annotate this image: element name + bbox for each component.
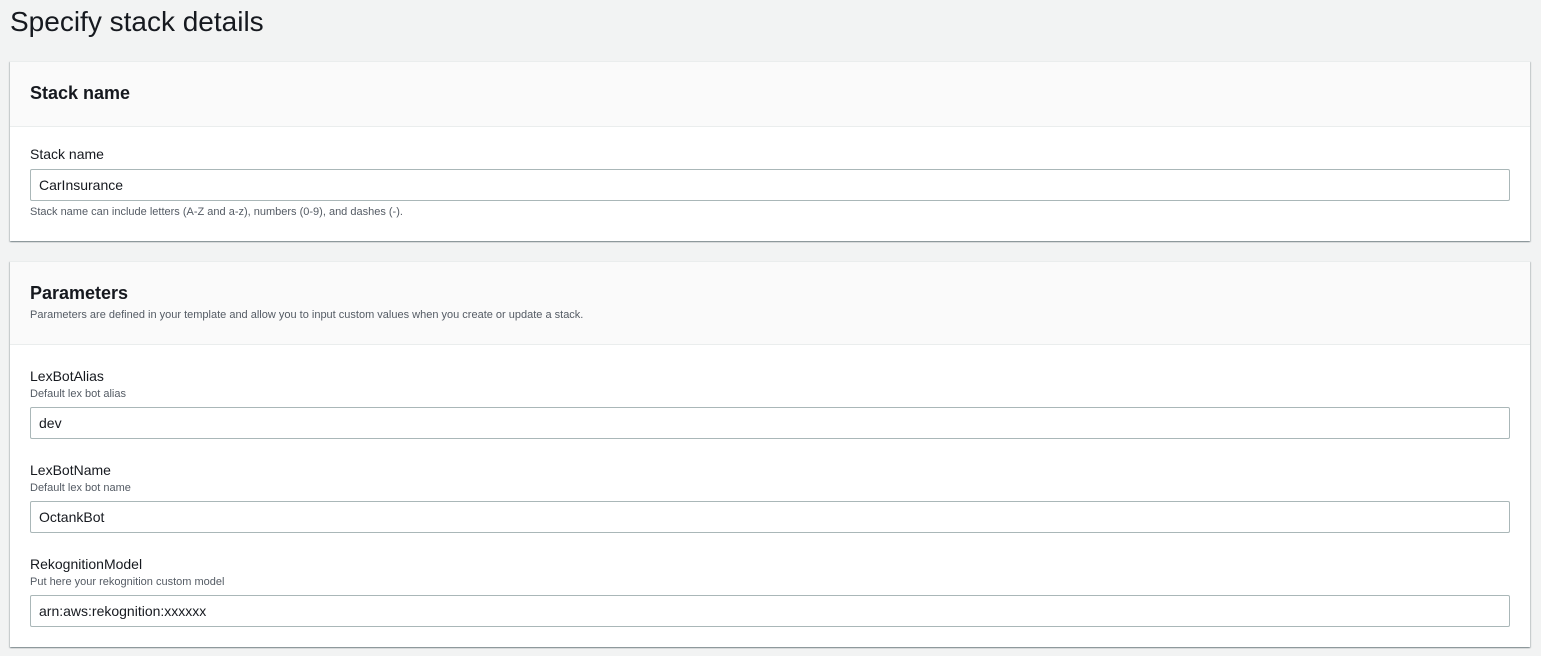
lexbotalias-label: LexBotAlias [30,368,104,384]
lexbotname-label: LexBotName [30,462,111,478]
rekognitionmodel-label: RekognitionModel [30,556,143,572]
parameters-panel-header: Parameters Parameters are defined in you… [10,262,1530,345]
lexbotalias-input[interactable] [30,407,1510,439]
lexbotalias-description: Default lex bot alias [30,388,126,400]
stack-name-hint: Stack name can include letters (A-Z and … [30,206,403,218]
stack-name-input[interactable] [30,169,1510,201]
rekognitionmodel-description: Put here your rekognition custom model [30,576,225,588]
parameters-panel: Parameters Parameters are defined in you… [10,261,1530,647]
parameters-description: Parameters are defined in your template … [30,309,584,321]
stack-name-label: Stack name [30,146,104,162]
stack-name-panel: Stack name Stack name Stack name can inc… [10,61,1530,241]
page-title: Specify stack details [10,6,264,37]
stack-name-panel-header: Stack name [10,62,1530,127]
lexbotname-description: Default lex bot name [30,482,131,494]
lexbotname-input[interactable] [30,501,1510,533]
rekognitionmodel-input[interactable] [30,595,1510,627]
stack-name-heading: Stack name [30,83,131,103]
parameters-heading: Parameters [30,283,129,303]
